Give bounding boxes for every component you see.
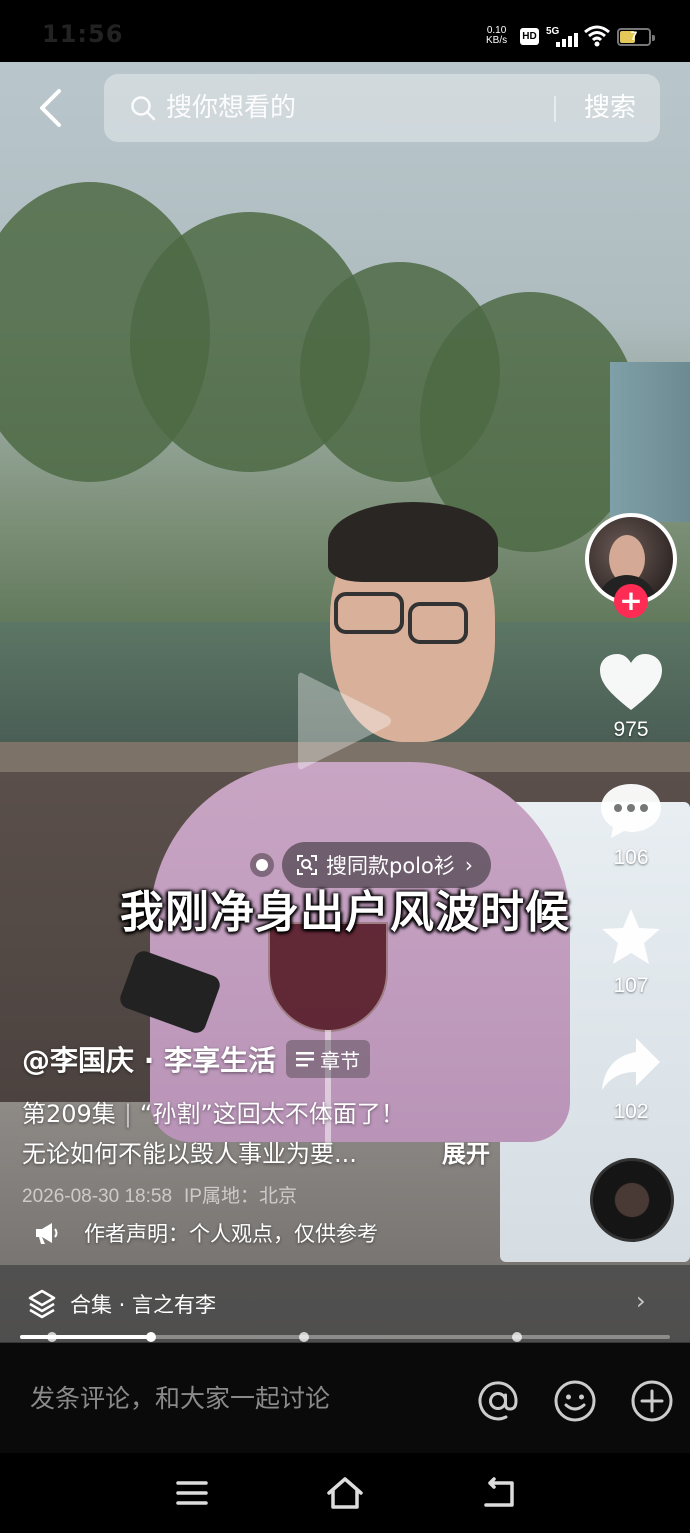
share-count: 102 bbox=[613, 1100, 649, 1123]
chapter-marker[interactable] bbox=[512, 1332, 522, 1342]
comment-bar bbox=[0, 1343, 690, 1453]
follow-button[interactable]: + bbox=[614, 584, 648, 618]
search-box[interactable]: 搜索 bbox=[104, 74, 660, 142]
favorite-count: 107 bbox=[613, 974, 649, 997]
battery-icon: 7 bbox=[617, 28, 655, 46]
back-button[interactable] bbox=[30, 86, 70, 130]
chapter-marker[interactable] bbox=[299, 1332, 309, 1342]
author-name[interactable]: @李国庆 · 李享生活 bbox=[22, 1039, 276, 1079]
menu-icon[interactable] bbox=[172, 1475, 212, 1511]
person-hair bbox=[328, 502, 498, 582]
search-icon bbox=[131, 96, 156, 121]
video-progress-bar[interactable] bbox=[20, 1332, 670, 1342]
battery-tip bbox=[652, 35, 655, 41]
disclaimer-text: 作者声明：个人观点，仅供参考 bbox=[84, 1222, 378, 1246]
video-subtitle: 我刚净身出户风波时候 bbox=[120, 887, 570, 938]
like-count: 975 bbox=[613, 718, 649, 741]
search-divider bbox=[554, 96, 556, 122]
network-speed: 0.10 KB/s bbox=[486, 26, 507, 46]
chapter-label: 章节 bbox=[320, 1048, 361, 1073]
wifi-icon bbox=[584, 25, 610, 47]
glasses-left-lens bbox=[334, 592, 404, 634]
chapter-button[interactable]: 章节 bbox=[286, 1040, 371, 1078]
collection-bar[interactable]: 合集 · 言之有李 › bbox=[0, 1265, 690, 1343]
scan-icon bbox=[297, 855, 317, 875]
ip-location: IP属地：北京 bbox=[184, 1186, 297, 1207]
comment-count: 106 bbox=[613, 846, 649, 869]
collection-label: 合集 · 言之有李 bbox=[70, 1293, 217, 1317]
scenery-building bbox=[610, 362, 690, 522]
description-line-1: 第209集 | “孙割”这回太不体面了！ bbox=[22, 1094, 405, 1129]
smiley-icon[interactable] bbox=[553, 1379, 597, 1423]
video-progress-fill bbox=[20, 1335, 150, 1339]
episode-separator: | bbox=[123, 1100, 132, 1128]
share-arrow-icon[interactable] bbox=[598, 1034, 664, 1096]
status-bar: 11:56 0.10 KB/s HD 5G 7 bbox=[0, 0, 690, 62]
search-input[interactable] bbox=[166, 74, 546, 142]
search-button[interactable]: 搜索 bbox=[570, 90, 650, 126]
author-disclaimer: 作者声明：个人观点，仅供参考 bbox=[34, 1216, 378, 1250]
product-tag-dot bbox=[250, 853, 274, 877]
battery-level: 7 bbox=[630, 29, 638, 43]
description-text-1: “孙割”这回太不体面了！ bbox=[139, 1100, 405, 1128]
expand-button[interactable]: 展开 bbox=[442, 1134, 490, 1169]
post-date: 2026-08-30 18:58 bbox=[22, 1186, 173, 1207]
chevron-right-icon: › bbox=[464, 853, 473, 877]
megaphone-icon bbox=[36, 1223, 58, 1244]
speech-bubble-icon[interactable] bbox=[598, 780, 664, 842]
status-time: 11:56 bbox=[42, 20, 124, 48]
back-nav-icon[interactable] bbox=[478, 1475, 518, 1511]
music-disc[interactable] bbox=[590, 1158, 674, 1242]
play-icon[interactable] bbox=[292, 666, 396, 776]
list-icon bbox=[296, 1052, 315, 1067]
system-nav-bar bbox=[0, 1453, 690, 1533]
layers-icon bbox=[28, 1289, 56, 1319]
chevron-left-icon bbox=[40, 89, 61, 127]
chapter-marker[interactable] bbox=[146, 1332, 156, 1342]
episode-number[interactable]: 第209集 bbox=[22, 1100, 116, 1128]
chevron-right-icon: › bbox=[636, 1287, 646, 1315]
plus-circle-icon[interactable] bbox=[630, 1379, 674, 1423]
author-line: @李国庆 · 李享生活 章节 bbox=[22, 1038, 371, 1080]
signal-5g-icon: 5G bbox=[546, 26, 578, 47]
description-line-2: 无论如何不能以毁人事业为要... bbox=[22, 1140, 357, 1168]
glasses-right-lens bbox=[408, 602, 468, 644]
network-speed-unit: KB/s bbox=[486, 35, 508, 46]
heart-icon[interactable] bbox=[598, 652, 664, 714]
chapter-marker[interactable] bbox=[47, 1332, 57, 1342]
comment-input[interactable] bbox=[30, 1375, 450, 1421]
hd-badge: HD bbox=[520, 28, 539, 45]
home-icon[interactable] bbox=[325, 1475, 365, 1511]
post-meta: 2026-08-30 18:58 IP属地：北京 bbox=[22, 1181, 297, 1208]
network-type-label: 5G bbox=[546, 26, 560, 37]
at-icon[interactable] bbox=[476, 1379, 520, 1423]
